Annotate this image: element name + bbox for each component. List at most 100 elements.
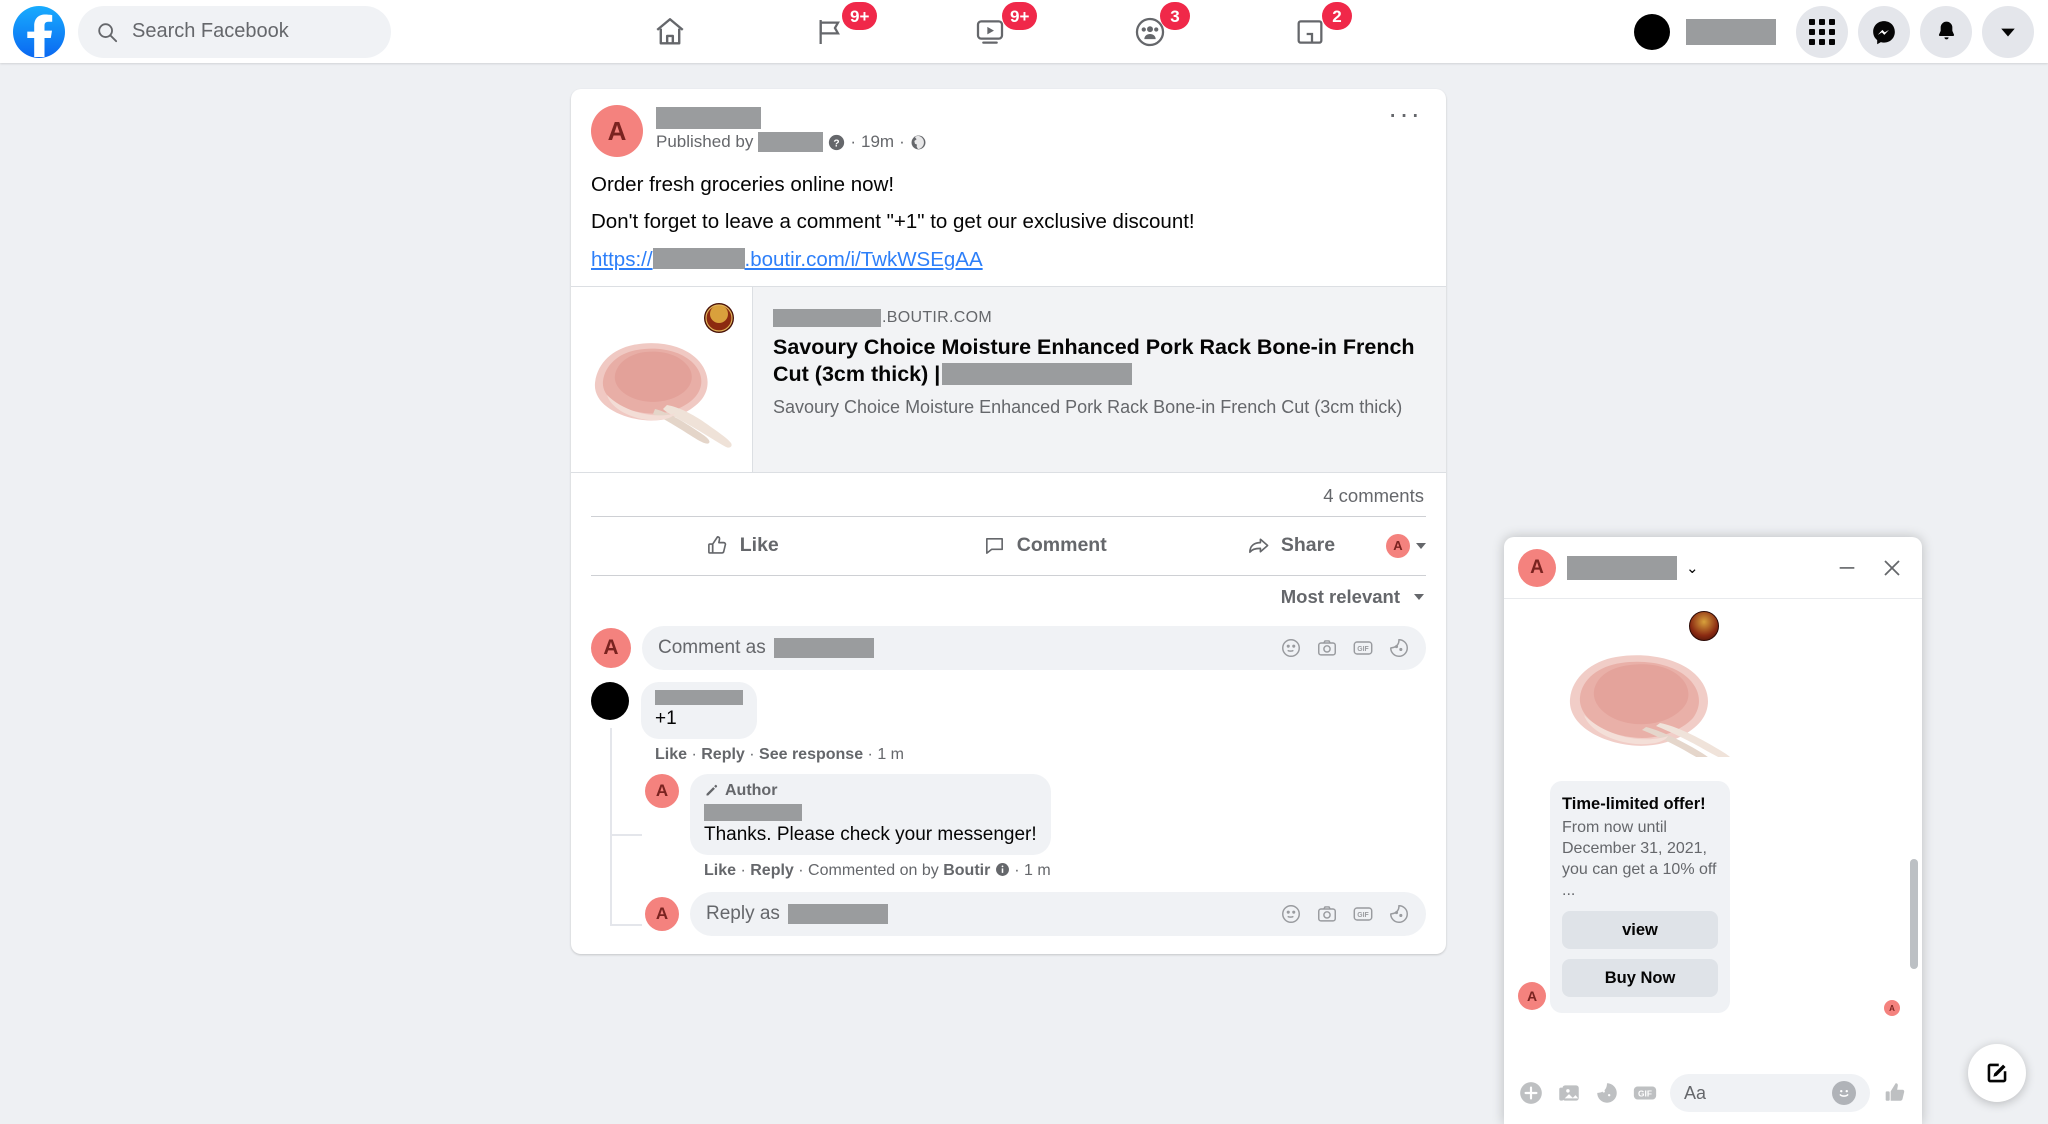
post-author-name-redacted	[656, 107, 761, 129]
attachment-domain-redacted	[773, 308, 881, 327]
gif-icon[interactable]: GIF	[1352, 637, 1374, 659]
chat-seen-avatar: A	[1884, 1000, 1900, 1016]
chat-composer: GIF Aa	[1504, 1062, 1922, 1124]
attachment-image[interactable]	[571, 286, 753, 472]
gif-icon[interactable]: GIF	[1632, 1080, 1658, 1106]
post-menu-button[interactable]: ···	[1388, 100, 1426, 157]
publisher-name-redacted	[758, 132, 824, 152]
nav-pages-badge: 9+	[842, 2, 878, 30]
author-badge: Author	[704, 782, 1037, 800]
reply-like-action[interactable]: Like	[704, 862, 736, 879]
nav-pages[interactable]: 9+	[750, 0, 910, 63]
comments-area: A Comment as GIF +1 Like · Reply · See r…	[571, 610, 1446, 954]
account-nav	[1634, 0, 2034, 63]
chevron-down-icon[interactable]: ⌄	[1686, 559, 1699, 577]
post-link[interactable]: https:// .boutir.com/i/TwkWSEgAA	[591, 246, 1426, 274]
top-navigation-bar: Search Facebook 9+ 9+ 3 2	[0, 0, 2048, 63]
svg-text:GIF: GIF	[1638, 1089, 1652, 1099]
reply-author-avatar[interactable]: A	[645, 773, 679, 808]
compose-icon	[1987, 1063, 2007, 1083]
compose-message-button[interactable]	[1968, 1044, 2026, 1102]
plus-circle-icon[interactable]	[1518, 1080, 1544, 1106]
share-as-selector[interactable]: A	[1386, 533, 1426, 558]
search-placeholder: Search Facebook	[132, 20, 289, 42]
commenter-avatar[interactable]	[591, 681, 629, 720]
message-input[interactable]: Aa	[1670, 1074, 1870, 1112]
apps-grid-button[interactable]	[1796, 5, 1848, 58]
notifications-button[interactable]	[1920, 5, 1972, 58]
facebook-logo-icon[interactable]	[13, 5, 65, 58]
globe-icon[interactable]	[910, 134, 927, 151]
author-badge-label: Author	[725, 781, 778, 799]
post-author-avatar[interactable]: A	[591, 105, 643, 157]
comment-bubble: +1	[641, 681, 757, 739]
chat-product-image[interactable]	[1550, 627, 1780, 763]
avatar[interactable]	[1634, 13, 1670, 50]
post-time[interactable]: 19m	[861, 132, 894, 152]
brand-seal-icon	[1689, 611, 1719, 641]
chat-contact-avatar[interactable]: A	[1518, 548, 1556, 587]
question-circle-icon[interactable]: ?	[828, 134, 845, 151]
chevron-down-icon	[2001, 28, 2015, 36]
offer-view-button[interactable]: view	[1562, 911, 1718, 950]
reply-text: Thanks. Please check your messenger!	[704, 823, 1037, 845]
chevron-down-icon	[1414, 593, 1424, 600]
sticker-icon[interactable]	[1388, 903, 1410, 925]
comment-input[interactable]: Comment as GIF	[642, 625, 1426, 670]
info-circle-icon[interactable]	[995, 862, 1010, 877]
svg-text:GIF: GIF	[1357, 912, 1368, 919]
camera-icon[interactable]	[1316, 903, 1338, 925]
close-icon[interactable]	[1880, 556, 1904, 580]
nav-gaming-badge: 2	[1322, 2, 1352, 30]
sticker-icon[interactable]	[1594, 1080, 1620, 1106]
nav-groups[interactable]: 3	[1070, 0, 1230, 63]
post-actions: Like Comment Share A	[571, 517, 1446, 575]
nav-watch[interactable]: 9+	[910, 0, 1070, 63]
like-button[interactable]: Like	[591, 525, 894, 567]
messenger-button[interactable]	[1858, 5, 1910, 58]
reply-actions: Like · Reply · Commented on by Boutir · …	[704, 861, 1051, 879]
nav-home[interactable]	[590, 0, 750, 63]
comment-like-action[interactable]: Like	[655, 746, 687, 763]
main-nav: 9+ 9+ 3 2	[590, 0, 1390, 63]
home-icon	[656, 17, 684, 45]
chat-contact-name-redacted	[1567, 555, 1677, 580]
attachment-title-line2: Cut (3cm thick) |	[773, 361, 941, 386]
comment-reply-item: A Author Thanks. Please check your messe…	[645, 773, 1426, 880]
reply-composer-avatar[interactable]: A	[645, 896, 679, 931]
reply-input[interactable]: Reply as GIF	[690, 891, 1426, 936]
comment-reply-action[interactable]: Reply	[701, 746, 745, 763]
comment-sort-row: Most relevant	[571, 576, 1446, 610]
comment-sort-button[interactable]: Most relevant	[1281, 586, 1424, 608]
comment-time: 1 m	[877, 745, 904, 763]
emoji-icon[interactable]	[1832, 1081, 1856, 1105]
composer-avatar[interactable]: A	[591, 627, 631, 668]
nav-groups-badge: 3	[1160, 2, 1190, 30]
comment-see-response-action[interactable]: See response	[759, 746, 863, 763]
comment-text: +1	[655, 707, 677, 729]
attachment-title-line1: Savoury Choice Moisture Enhanced Pork Ra…	[773, 334, 1415, 359]
chevron-down-icon	[1416, 542, 1426, 549]
nav-gaming[interactable]: 2	[1230, 0, 1390, 63]
comments-count[interactable]: 4 comments	[571, 473, 1446, 516]
chat-message-list[interactable]: Time-limited offer! From now until Decem…	[1504, 599, 1922, 1062]
reply-as-label: Reply as	[706, 902, 780, 924]
camera-icon[interactable]	[1316, 637, 1338, 659]
gif-icon[interactable]: GIF	[1352, 903, 1374, 925]
thumbs-up-icon[interactable]	[1882, 1080, 1908, 1106]
chat-scrollbar[interactable]	[1909, 599, 1919, 1062]
emoji-icon[interactable]	[1280, 637, 1302, 659]
emoji-icon[interactable]	[1280, 903, 1302, 925]
chat-scrollbar-thumb[interactable]	[1910, 859, 1918, 969]
link-attachment[interactable]: .BOUTIR.COM Savoury Choice Moisture Enha…	[571, 285, 1446, 473]
comment-button[interactable]: Comment	[894, 525, 1197, 567]
sticker-icon[interactable]	[1388, 637, 1410, 659]
account-menu-button[interactable]	[1982, 5, 2034, 58]
photo-icon[interactable]	[1556, 1080, 1582, 1106]
offer-buy-now-button[interactable]: Buy Now	[1562, 959, 1718, 998]
share-button[interactable]: Share	[1196, 525, 1386, 567]
apps-grid-icon	[1809, 18, 1835, 45]
reply-reply-action[interactable]: Reply	[750, 862, 794, 879]
minimize-icon[interactable]	[1836, 557, 1858, 579]
search-input[interactable]: Search Facebook	[78, 5, 391, 58]
